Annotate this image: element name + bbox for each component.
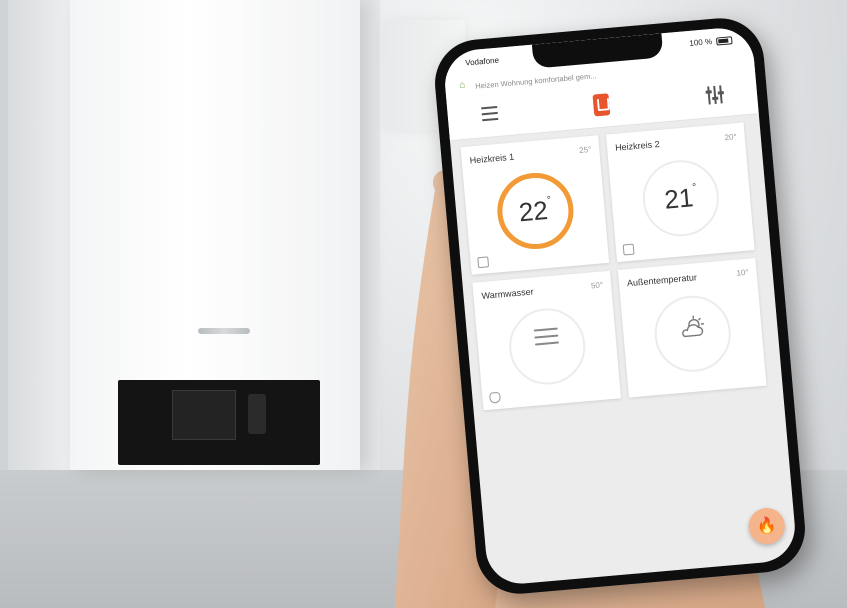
home-location-icon: ⌂ [458,79,466,92]
phone-screen: Vodafone 9:41 100 % ⌂ Heizen Wohnung kom… [442,25,798,587]
tile-set-temperature: 50° [590,280,604,291]
tile-title: Heizkreis 2 [614,138,660,153]
tile-outdoor-temperature[interactable]: Außentemperatur 10° [617,258,767,398]
boiler-logo [198,328,250,334]
quick-action-button[interactable]: 🔥 [747,506,787,546]
flame-icon: 🔥 [756,517,778,536]
battery-status: 100 % [689,35,733,48]
current-temperature: 22 [517,194,550,227]
tile-set-temperature: 10° [736,267,749,278]
tile-title: Warmwasser [481,286,535,302]
settings-sliders-icon[interactable] [704,85,724,105]
tile-hot-water[interactable]: Warmwasser 50° [472,270,622,411]
schedule-icon [477,256,490,269]
cloud-sun-icon [682,315,704,338]
menu-icon[interactable] [481,105,499,123]
boiler-side-panel [8,0,70,470]
boiler-display [172,390,236,440]
temperature-unit: ° [546,194,552,206]
battery-icon [715,36,733,46]
temperature-unit: ° [691,181,697,193]
tile-set-temperature: 25° [578,144,592,155]
temperature-ring: 22° [494,169,577,253]
tile-set-temperature: 20° [724,132,738,143]
battery-label: 100 % [689,36,713,48]
boiler-knob [248,394,266,434]
tile-title: Außentemperatur [626,272,698,289]
temperature-ring: 21° [639,157,723,240]
schedule-icon [622,243,635,256]
tile-heating-circuit-2[interactable]: Heizkreis 2 20° 21° [606,122,755,263]
smartphone: Vodafone 9:41 100 % ⌂ Heizen Wohnung kom… [431,14,809,598]
current-temperature: 21 [663,181,695,215]
tile-heating-circuit-1[interactable]: Heizkreis 1 25° 22° [460,135,610,275]
water-waves-icon [533,327,560,351]
tile-title: Heizkreis 1 [469,151,515,166]
shield-icon [489,391,501,404]
dashboard-icon[interactable] [592,93,611,117]
